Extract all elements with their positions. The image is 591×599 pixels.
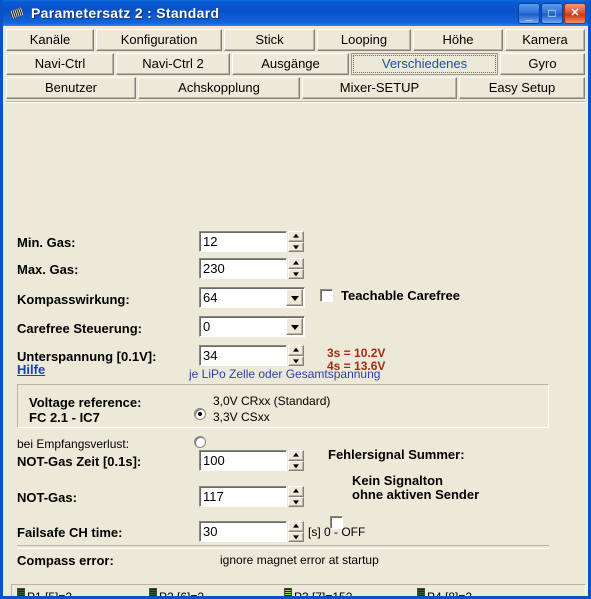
kompasswirkung-value: 64 — [203, 290, 218, 305]
max-gas-spinner-up[interactable] — [288, 258, 304, 269]
teachable-carefree-label: Teachable Carefree — [341, 288, 460, 303]
max-gas-spinner[interactable] — [288, 258, 304, 279]
kein-signalton-label-line2: ohne aktiven Sender — [352, 487, 480, 502]
min-gas-spinner[interactable] — [288, 231, 304, 252]
fehlersignal-summer-title: Fehlersignal Summer: — [328, 447, 465, 462]
poti-item-p1: P1 [5]=2 — [17, 588, 73, 599]
min-gas-input[interactable]: 12 — [199, 231, 287, 252]
minimize-icon: _ — [525, 6, 533, 22]
maximize-button[interactable]: □ — [541, 2, 563, 24]
tab-benutzer[interactable]: Benutzer — [6, 77, 136, 99]
notgas-label: NOT-Gas: — [17, 490, 77, 505]
close-button[interactable]: ✕ — [564, 2, 586, 24]
unterspannung-input[interactable]: 34 — [199, 345, 287, 366]
carefree-steuerung-select[interactable]: 0 — [199, 316, 305, 337]
notgas-spinner-down[interactable] — [288, 496, 304, 507]
poti-bar-icon — [149, 588, 157, 596]
tab-stick[interactable]: Stick — [224, 29, 315, 51]
tab-mixer-setup[interactable]: Mixer-SETUP — [302, 77, 457, 99]
poti-label: P1 [5]=2 — [27, 590, 73, 599]
settings-panel: Min. Gas: 12 Max. Gas: 230 Kompasswirkun… — [3, 103, 588, 596]
poti-bar-icon — [284, 588, 292, 596]
unterspannung-spinner-up[interactable] — [288, 345, 304, 356]
lipo-note: je LiPo Zelle oder Gesamtspannung — [189, 367, 381, 381]
tab-konfiguration[interactable]: Konfiguration — [96, 29, 222, 51]
notgas-zeit-input[interactable]: 100 — [199, 450, 287, 471]
tab-easy-setup[interactable]: Easy Setup — [459, 77, 585, 99]
failsafe-ch-time-spinner[interactable] — [288, 521, 304, 542]
poti-item-p4: P4 [8]=2 — [417, 588, 473, 599]
carefree-steuerung-label: Carefree Steuerung: — [17, 321, 142, 336]
notgas-spinner[interactable] — [288, 486, 304, 507]
close-icon: ✕ — [570, 6, 580, 19]
parameter-set-window: Parametersatz 2 : Standard _ □ ✕ Kanäle … — [0, 0, 591, 599]
failsafe-ch-time-spinner-down[interactable] — [288, 531, 304, 542]
ignore-magnet-error-label: ignore magnet error at startup — [220, 553, 379, 567]
teachable-carefree-checkbox[interactable] — [320, 289, 333, 302]
poti-bar-icon — [417, 588, 425, 596]
tab-row-1: Kanäle Konfiguration Stick Looping Höhe … — [6, 29, 585, 51]
failsafe-ch-time-label: Failsafe CH time: — [17, 525, 123, 540]
chevron-down-icon[interactable] — [286, 318, 303, 335]
poti-bar-icon — [17, 588, 25, 596]
tab-kamera[interactable]: Kamera — [505, 29, 585, 51]
window-title: Parametersatz 2 : Standard — [31, 5, 220, 21]
tab-row-2: Navi-Ctrl Navi-Ctrl 2 Ausgänge Verschied… — [6, 53, 585, 75]
maximize-icon: □ — [548, 6, 556, 20]
notgas-zeit-spinner[interactable] — [288, 450, 304, 471]
max-gas-spinner-down[interactable] — [288, 268, 304, 279]
voltage-note-3s: 3s = 10.2V — [327, 346, 386, 360]
carefree-steuerung-value: 0 — [203, 319, 211, 334]
notgas-zeit-spinner-up[interactable] — [288, 450, 304, 461]
tab-bar: Kanäle Konfiguration Stick Looping Höhe … — [3, 26, 588, 99]
voltage-reference-radio-33v[interactable] — [194, 436, 206, 448]
hilfe-link[interactable]: Hilfe — [17, 362, 45, 377]
poti-label: P3 [7]=152 — [294, 590, 353, 599]
tab-row-3: Benutzer Achskopplung Mixer-SETUP Easy S… — [6, 77, 585, 99]
voltage-reference-option-30v-label: 3,0V CRxx (Standard) — [213, 394, 331, 408]
min-gas-label: Min. Gas: — [17, 235, 76, 250]
notgas-spinner-up[interactable] — [288, 486, 304, 497]
min-gas-spinner-up[interactable] — [288, 231, 304, 242]
tab-kanaele[interactable]: Kanäle — [6, 29, 94, 51]
tab-ausgaenge[interactable]: Ausgänge — [232, 53, 349, 75]
voltage-reference-option-33v-label: 3,3V CSxx — [213, 410, 270, 424]
compass-error-label: Compass error: — [17, 553, 114, 568]
notgas-input[interactable]: 117 — [199, 486, 287, 507]
voltage-reference-label: Voltage reference: — [29, 395, 142, 410]
poti-status-panel: P1 [5]=2 P2 [6]=2 P3 [7]=152 P4 [8]=2 P5… — [11, 584, 586, 599]
tab-achskopplung[interactable]: Achskopplung — [138, 77, 300, 99]
notgas-zeit-spinner-down[interactable] — [288, 460, 304, 471]
unterspannung-spinner[interactable] — [288, 345, 304, 366]
tab-navi-ctrl-2[interactable]: Navi-Ctrl 2 — [116, 53, 230, 75]
poti-item-p2: P2 [6]=2 — [149, 588, 205, 599]
max-gas-label: Max. Gas: — [17, 262, 79, 277]
minimize-button[interactable]: _ — [518, 2, 540, 24]
tab-looping[interactable]: Looping — [317, 29, 411, 51]
tab-verschiedenes[interactable]: Verschiedenes — [351, 53, 498, 75]
kein-signalton-label-line1: Kein Signalton — [352, 473, 443, 488]
kompasswirkung-label: Kompasswirkung: — [17, 292, 130, 307]
failsafe-ch-time-spinner-up[interactable] — [288, 521, 304, 532]
tab-navi-ctrl[interactable]: Navi-Ctrl — [6, 53, 114, 75]
divider — [17, 545, 549, 549]
voltage-reference-radio-30v[interactable] — [194, 408, 206, 420]
notgas-zeit-label: NOT-Gas Zeit [0.1s]: — [17, 454, 142, 469]
min-gas-spinner-down[interactable] — [288, 241, 304, 252]
tab-gyro[interactable]: Gyro — [500, 53, 585, 75]
kompasswirkung-select[interactable]: 64 — [199, 287, 305, 308]
poti-label: P4 [8]=2 — [427, 590, 473, 599]
chip-icon — [8, 5, 26, 21]
tab-hoehe[interactable]: Höhe — [413, 29, 503, 51]
max-gas-input[interactable]: 230 — [199, 258, 287, 279]
chevron-down-icon[interactable] — [286, 289, 303, 306]
poti-item-p3: P3 [7]=152 — [284, 588, 353, 599]
unterspannung-spinner-down[interactable] — [288, 355, 304, 366]
voltage-reference-sublabel: FC 2.1 - IC7 — [29, 410, 100, 425]
failsafe-suffix: [s] 0 - OFF — [308, 525, 366, 539]
failsafe-ch-time-input[interactable]: 30 — [199, 521, 287, 542]
poti-label: P2 [6]=2 — [159, 590, 205, 599]
empfangsverlust-note: bei Empfangsverlust: — [17, 437, 130, 451]
title-bar: Parametersatz 2 : Standard _ □ ✕ — [3, 0, 588, 26]
